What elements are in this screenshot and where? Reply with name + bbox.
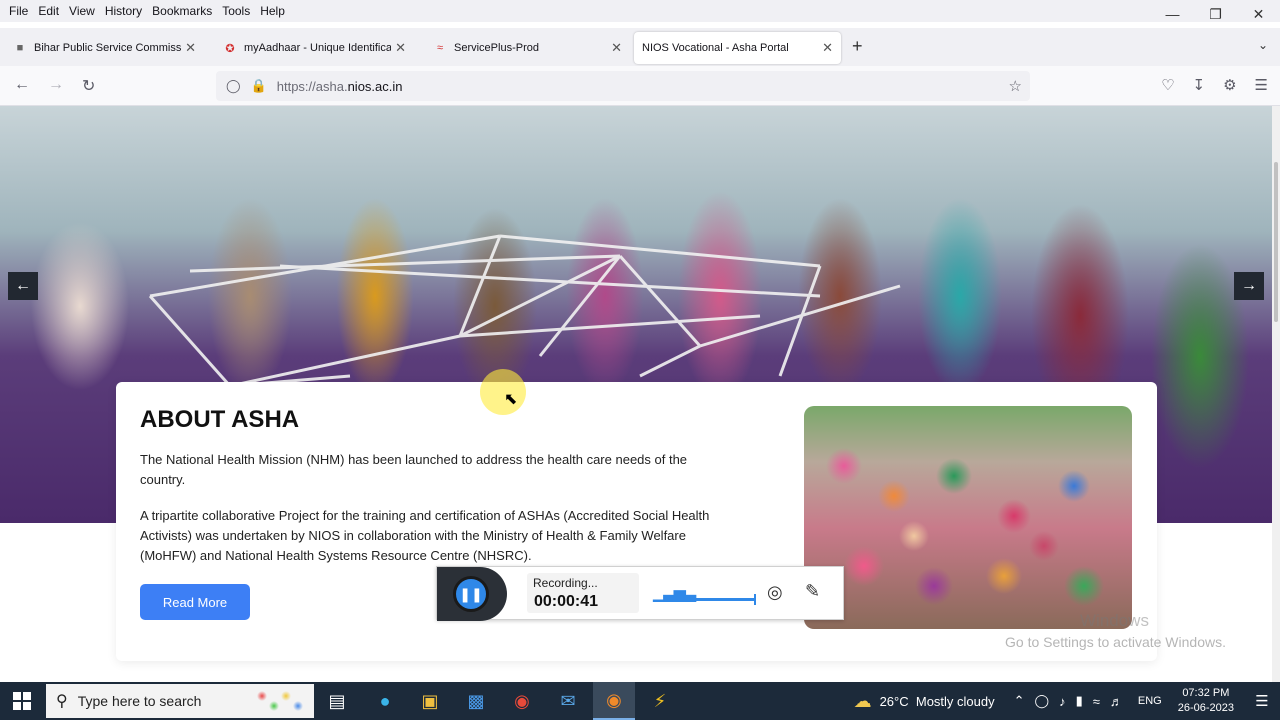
tab-aadhaar[interactable]: ✪ myAadhaar - Unique Identificat ✕	[214, 32, 414, 64]
weather-temp: 26°C	[879, 693, 909, 709]
close-tab-icon[interactable]: ✕	[611, 40, 622, 56]
carousel-prev-button[interactable]: ←	[8, 272, 38, 300]
extensions-icon[interactable]: ⚙	[1223, 76, 1236, 94]
screen-recorder-widget: ❚❚ Recording... 00:00:41 ▁▃▅▃ ◎ ✎	[436, 566, 844, 621]
back-arrow-icon[interactable]: ←	[14, 76, 30, 94]
downloads-icon[interactable]: ↧	[1193, 76, 1206, 94]
lock-icon[interactable]: 🔒	[251, 78, 267, 94]
new-tab-icon[interactable]: +	[852, 36, 863, 57]
notifications-icon[interactable]: ☰	[1244, 692, 1280, 710]
clock-date: 26-06-2023	[1177, 702, 1234, 714]
about-title: ABOUT ASHA	[140, 406, 300, 433]
scrollbar-thumb[interactable]	[1274, 162, 1278, 322]
shield-icon[interactable]: ◯	[226, 78, 241, 94]
close-window-icon[interactable]: ✕	[1237, 0, 1280, 28]
menu-file[interactable]: File	[4, 4, 33, 18]
chrome-icon[interactable]: ◉	[501, 682, 543, 720]
system-tray: ☁ 26°C Mostly cloudy ⌃ ◯ ♪ ▮ ≈ ♬ ENG 07:…	[854, 682, 1280, 720]
meet-now-icon[interactable]: ◯	[1035, 693, 1050, 709]
activate-windows-title: Windows	[1080, 611, 1149, 630]
show-hidden-icons-icon[interactable]: ⌃	[1014, 693, 1025, 709]
mail-icon[interactable]: ✉	[547, 682, 589, 720]
start-button[interactable]	[0, 682, 44, 720]
menu-view[interactable]: View	[64, 4, 100, 18]
menu-bar: File Edit View History Bookmarks Tools H…	[0, 0, 1280, 22]
wifi-icon[interactable]: ≈	[1093, 694, 1100, 709]
store-icon[interactable]: ▩	[455, 682, 497, 720]
page-scrollbar[interactable]	[1272, 106, 1280, 682]
battery-icon[interactable]: ▮	[1076, 693, 1083, 709]
about-paragraph-2: A tripartite collaborative Project for t…	[140, 508, 710, 563]
asha-group-photo	[804, 406, 1132, 629]
task-view-icon[interactable]: ▤	[316, 682, 358, 720]
recording-status: Recording...	[533, 576, 598, 590]
recorder-info: Recording... 00:00:41	[527, 573, 639, 613]
serviceplus-favicon: ≈	[436, 42, 444, 54]
minimize-icon[interactable]: —	[1151, 0, 1194, 28]
aadhaar-favicon: ✪	[225, 42, 235, 55]
toolbar-icons: ♡ ↧ ⚙ ☰	[1161, 76, 1268, 94]
cloud-sun-icon: ☁	[853, 690, 872, 711]
list-all-tabs-icon[interactable]: ⌄	[1258, 38, 1268, 52]
menu-tools[interactable]: Tools	[217, 4, 255, 18]
tab-title: myAadhaar - Unique Identificat	[244, 42, 392, 54]
windows-logo-icon	[13, 692, 31, 710]
tab-title: NIOS Vocational - Asha Portal	[642, 42, 789, 54]
firefox-icon[interactable]: ◉	[593, 682, 635, 720]
pen-draw-icon[interactable]: ✎	[805, 581, 820, 602]
restore-icon[interactable]: ❐	[1194, 0, 1237, 28]
edge-icon[interactable]: ●	[364, 682, 406, 720]
clock[interactable]: 07:32 PM 26-06-2023	[1178, 686, 1234, 716]
tab-serviceplus[interactable]: ≈ ServicePlus-Prod ✕	[424, 32, 630, 64]
tab-title: ServicePlus-Prod	[454, 42, 539, 54]
search-highlight-graphic	[252, 688, 308, 714]
search-placeholder: Type here to search	[77, 693, 202, 709]
hamburger-menu-icon[interactable]: ☰	[1255, 76, 1268, 94]
speaker-icon[interactable]: ♬	[1110, 694, 1123, 709]
file-explorer-icon[interactable]: ▣	[409, 682, 451, 720]
tab-title: Bihar Public Service Commissio	[34, 42, 182, 54]
weather-widget[interactable]: ☁ 26°C Mostly cloudy	[854, 691, 995, 712]
recorder-pause-area: ❚❚	[437, 567, 507, 621]
language-indicator[interactable]: ENG	[1138, 695, 1162, 707]
url-prefix: https://asha.	[276, 78, 348, 94]
read-more-button[interactable]: Read More	[140, 584, 250, 620]
menu-help[interactable]: Help	[255, 4, 290, 18]
url-bar[interactable]: ◯ 🔒 https://asha. nios.ac.in ☆	[216, 71, 1030, 101]
recording-timer: 00:00:41	[534, 593, 599, 610]
url-domain: nios.ac.in	[347, 78, 403, 94]
menu-bookmarks[interactable]: Bookmarks	[147, 4, 217, 18]
pocket-icon[interactable]: ♡	[1161, 76, 1174, 94]
lightning-app-icon[interactable]: ⚡	[639, 682, 681, 720]
webcam-icon[interactable]: ◎	[767, 582, 783, 603]
carousel-next-button[interactable]: →	[1234, 272, 1264, 300]
volume-slider[interactable]	[693, 594, 756, 605]
close-tab-icon[interactable]: ✕	[822, 40, 833, 56]
pause-recording-button[interactable]: ❚❚	[453, 576, 489, 612]
search-icon: ⚲	[56, 693, 68, 710]
bookmark-star-icon[interactable]: ☆	[1009, 77, 1022, 95]
about-paragraph-1: The National Health Mission (NHM) has be…	[140, 452, 688, 487]
menu-edit[interactable]: Edit	[33, 4, 64, 18]
bpsc-favicon: ■	[16, 42, 24, 54]
clock-time: 07:32 PM	[1182, 687, 1230, 699]
activate-windows-hint: Go to Settings to activate Windows.	[1005, 634, 1226, 650]
mouse-pointer-icon: ⬉	[504, 391, 518, 408]
windows-taskbar: ⚲ Type here to search ▤ ● ▣ ▩ ◉ ✉ ◉ ⚡ ☁ …	[0, 682, 1280, 720]
window-controls: — ❐ ✕	[1151, 0, 1280, 28]
tab-nios-asha[interactable]: NIOS Vocational - Asha Portal ✕	[634, 32, 841, 64]
close-tab-icon[interactable]: ✕	[185, 40, 196, 56]
close-tab-icon[interactable]: ✕	[395, 40, 406, 56]
navigation-bar: ← → ↻ ◯ 🔒 https://asha. nios.ac.in ☆ ♡ ↧ …	[0, 66, 1280, 106]
audio-level-icon: ▁▃▅▃	[653, 585, 696, 602]
weather-desc: Mostly cloudy	[915, 693, 995, 709]
menu-history[interactable]: History	[100, 4, 147, 18]
forward-arrow-icon[interactable]: →	[48, 76, 64, 94]
tab-bpsc[interactable]: ■ Bihar Public Service Commissio ✕	[4, 32, 204, 64]
tab-bar: ■ Bihar Public Service Commissio ✕ ✪ myA…	[0, 28, 1280, 66]
cursor-highlight	[480, 369, 526, 415]
reload-icon[interactable]: ↻	[82, 76, 95, 96]
microphone-icon[interactable]: ♪	[1059, 694, 1066, 709]
taskbar-search-box[interactable]: ⚲ Type here to search	[46, 684, 314, 718]
